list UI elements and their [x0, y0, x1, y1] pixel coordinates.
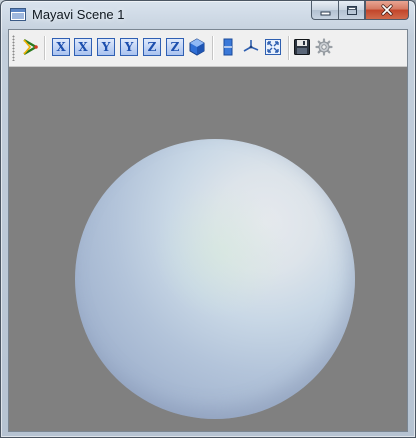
minimize-button[interactable]: [311, 1, 338, 20]
minimize-icon: [320, 11, 330, 15]
rendered-sphere: [75, 139, 355, 419]
window-controls: [311, 1, 409, 21]
window-title: Mayavi Scene 1: [32, 7, 125, 22]
toolbar-separator: [288, 36, 289, 60]
full-screen-button[interactable]: [264, 38, 282, 56]
toolbar-separator: [212, 36, 213, 60]
close-icon: [381, 4, 393, 16]
view-y-plus-button[interactable]: Y: [97, 38, 115, 56]
maximize-button[interactable]: [338, 1, 365, 20]
toggle-axes-button[interactable]: [242, 38, 260, 56]
gear-icon: [315, 38, 333, 56]
close-button[interactable]: [365, 1, 409, 20]
view-y-minus-icon: Y: [124, 40, 134, 54]
view-y-minus-button[interactable]: Y: [120, 38, 138, 56]
view-x-plus-icon: X: [56, 40, 66, 54]
toolbar-separator: [44, 36, 45, 60]
mayavi-pipeline-icon: [23, 38, 38, 56]
view-z-plus-button[interactable]: Z: [143, 38, 161, 56]
sphere-highlight: [75, 139, 355, 419]
maximize-icon: [346, 5, 357, 15]
scene-toolbar: X X Y Y Z Z: [9, 30, 407, 67]
configure-scene-button[interactable]: [315, 38, 333, 56]
parallel-projection-icon: [223, 38, 233, 56]
isometric-view-button[interactable]: [188, 38, 206, 56]
render-viewport[interactable]: [9, 67, 407, 431]
save-button[interactable]: [293, 38, 311, 56]
view-x-plus-button[interactable]: X: [52, 38, 70, 56]
mayavi-pipeline-button[interactable]: [21, 38, 39, 56]
full-screen-icon: [265, 39, 281, 55]
mayavi-window: Mayavi Scene 1 X X Y Y Z Z: [0, 0, 416, 438]
view-x-minus-button[interactable]: X: [74, 38, 92, 56]
view-z-minus-icon: Z: [170, 40, 180, 54]
scene-client-area: X X Y Y Z Z: [8, 29, 408, 432]
save-icon: [294, 39, 310, 55]
toolbar-grip[interactable]: [12, 35, 15, 61]
view-z-minus-button[interactable]: Z: [166, 38, 184, 56]
axes-icon: [243, 40, 259, 52]
isometric-cube-icon: [189, 38, 205, 56]
title-bar[interactable]: Mayavi Scene 1: [1, 1, 415, 29]
window-app-icon: [10, 8, 26, 21]
view-y-plus-icon: Y: [101, 40, 111, 54]
view-z-plus-icon: Z: [147, 40, 157, 54]
view-x-minus-icon: X: [78, 40, 88, 54]
parallel-projection-button[interactable]: [219, 38, 237, 56]
